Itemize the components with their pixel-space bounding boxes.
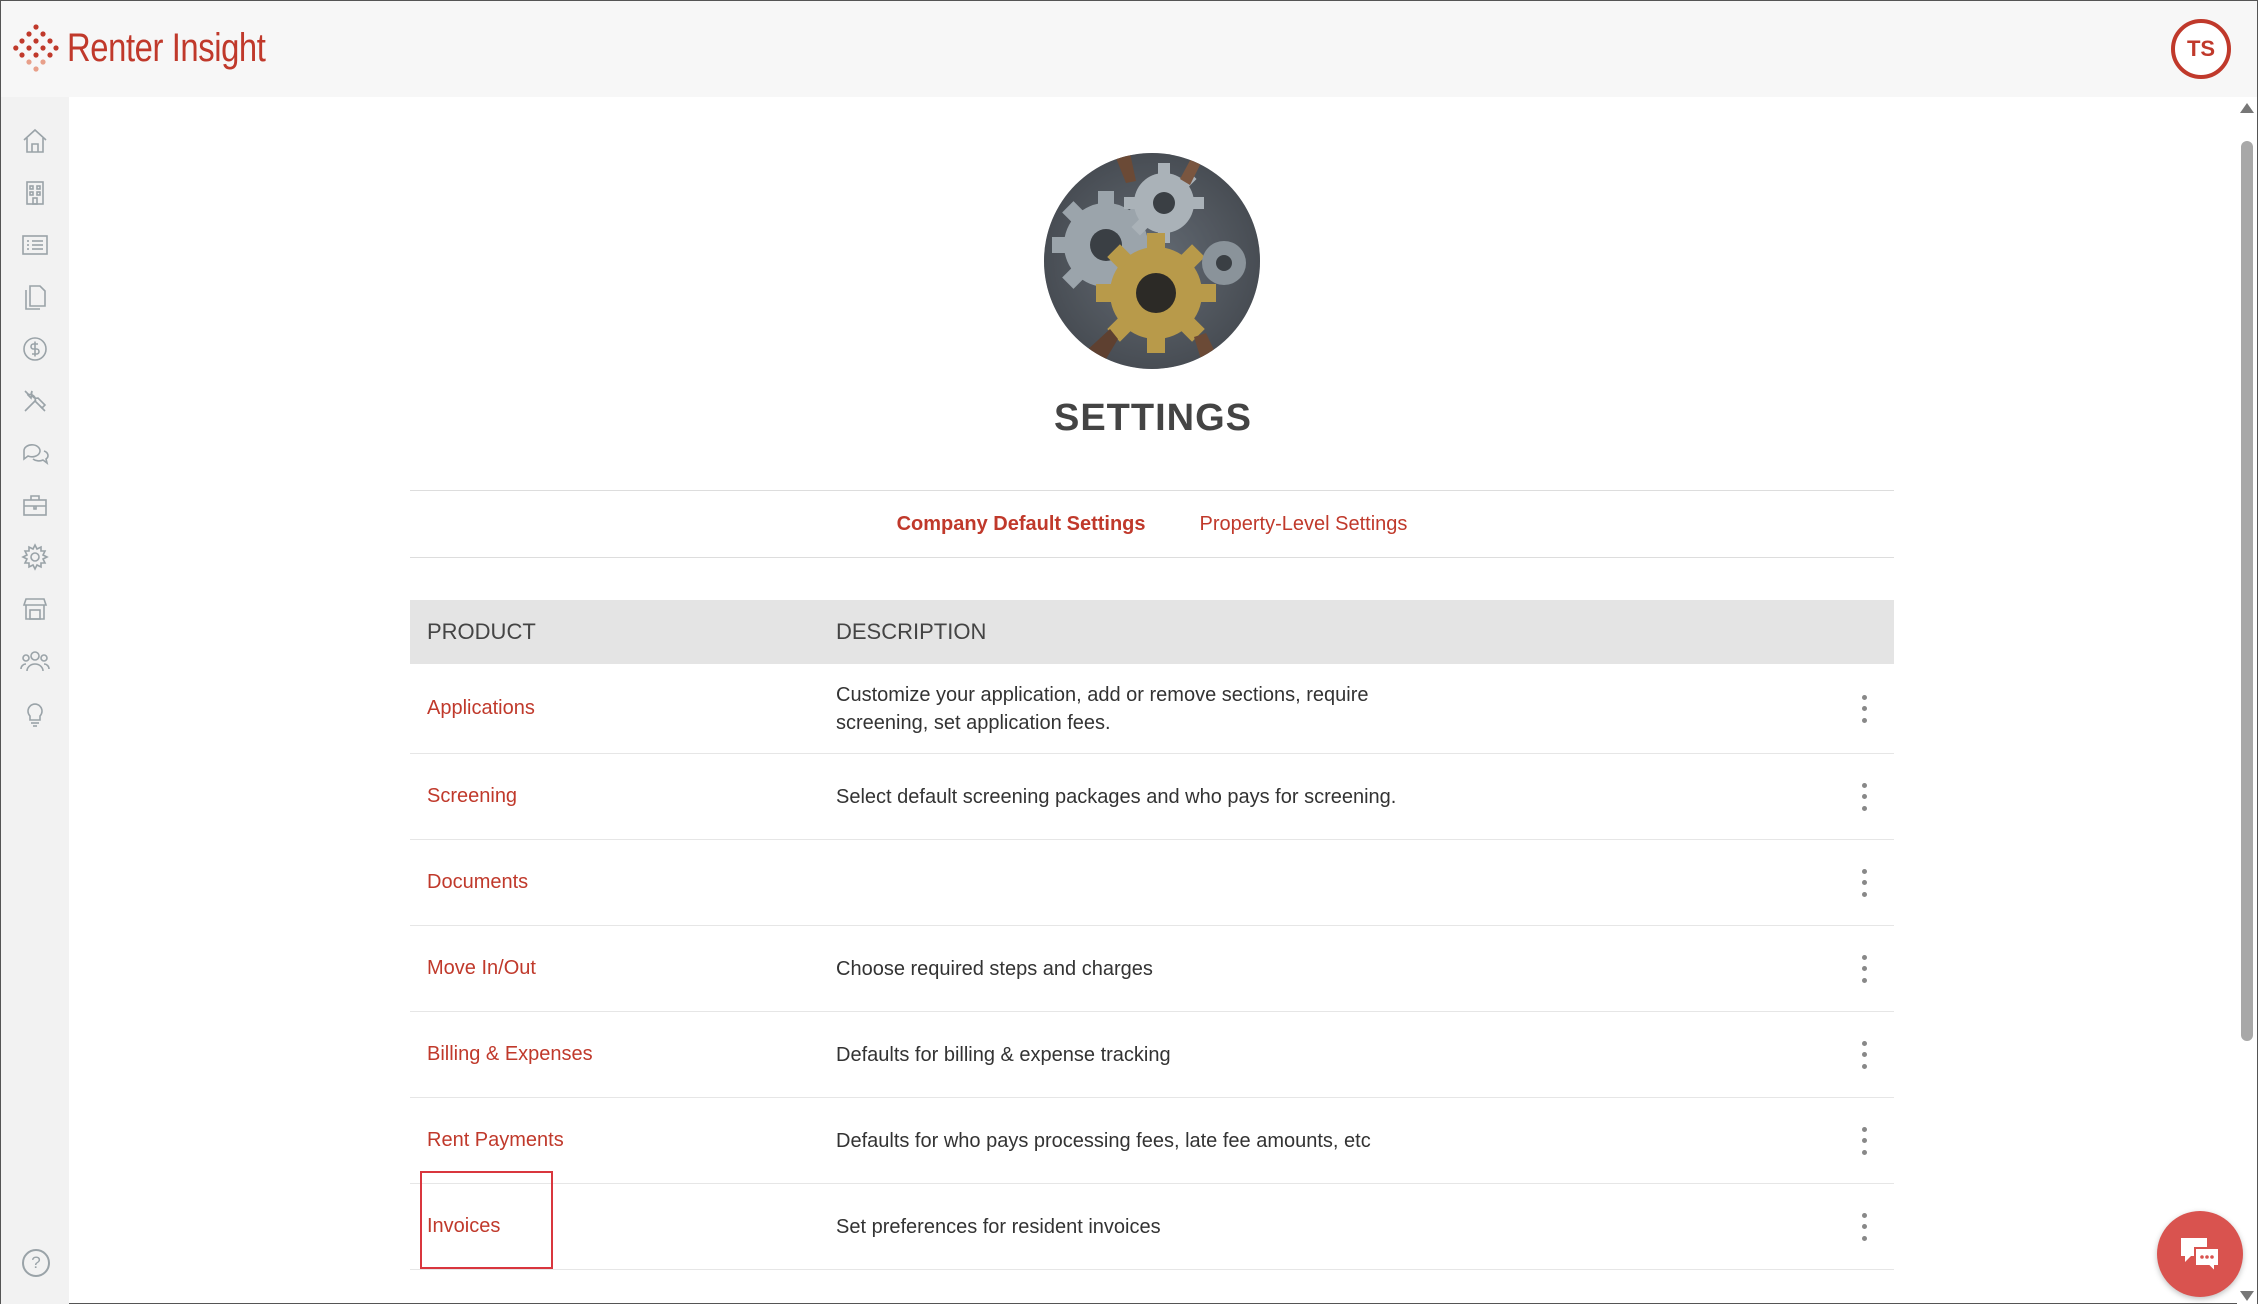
table-row: Applications Customize your application,… — [410, 664, 1894, 754]
row-menu-icon[interactable] — [1858, 694, 1870, 723]
product-link-billing-expenses[interactable]: Billing & Expenses — [410, 1043, 836, 1066]
chat-launcher-button[interactable] — [2157, 1211, 2243, 1297]
column-header-product: PRODUCT — [427, 619, 536, 644]
documents-icon[interactable] — [19, 281, 51, 313]
row-description: Choose required steps and charges — [836, 957, 1153, 980]
row-menu-icon[interactable] — [1858, 868, 1870, 897]
row-description: Set preferences for resident invoices — [836, 1215, 1161, 1238]
vertical-scrollbar[interactable] — [2237, 97, 2257, 1304]
product-link-applications[interactable]: Applications — [410, 697, 836, 720]
row-menu-icon[interactable] — [1858, 1040, 1870, 1069]
row-menu-icon[interactable] — [1858, 1212, 1870, 1241]
row-description: Select default screening packages and wh… — [836, 785, 1397, 808]
row-menu-icon[interactable] — [1858, 782, 1870, 811]
table-row: Rent Payments Defaults for who pays proc… — [410, 1098, 1894, 1184]
row-description: Defaults for billing & expense tracking — [836, 1043, 1171, 1066]
product-link-invoices[interactable]: Invoices — [410, 1215, 836, 1238]
building-icon[interactable] — [19, 177, 51, 209]
table-row: Screening Select default screening packa… — [410, 754, 1894, 840]
table-row: Billing & Expenses Defaults for billing … — [410, 1012, 1894, 1098]
tab-property-level-settings[interactable]: Property-Level Settings — [1200, 513, 1408, 536]
product-link-documents[interactable]: Documents — [410, 871, 836, 894]
settings-table: PRODUCT DESCRIPTION Applications Customi… — [410, 600, 1894, 1270]
scroll-down-icon[interactable] — [2240, 1291, 2254, 1301]
tab-company-default-settings[interactable]: Company Default Settings — [897, 513, 1146, 536]
table-row: Move In/Out Choose required steps and ch… — [410, 926, 1894, 1012]
logo-mark-icon — [13, 24, 59, 72]
lightbulb-icon[interactable] — [19, 697, 51, 729]
row-menu-icon[interactable] — [1858, 954, 1870, 983]
list-icon[interactable] — [19, 229, 51, 261]
brand-logo[interactable]: Renter Insight — [13, 19, 309, 77]
row-description: Defaults for who pays processing fees, l… — [836, 1129, 1371, 1152]
chat-icon[interactable] — [19, 437, 51, 469]
main-content: SETTINGS Company Default Settings Proper… — [69, 97, 2237, 1303]
scroll-up-icon[interactable] — [2240, 103, 2254, 113]
product-link-screening[interactable]: Screening — [410, 785, 836, 808]
top-header: Renter Insight TS — [1, 1, 2257, 97]
storefront-icon[interactable] — [19, 593, 51, 625]
help-icon[interactable]: ? — [22, 1249, 50, 1277]
tools-icon[interactable] — [19, 385, 51, 417]
dollar-icon[interactable] — [19, 333, 51, 365]
row-menu-icon[interactable] — [1858, 1126, 1870, 1155]
scroll-thumb[interactable] — [2241, 141, 2253, 1041]
page-title: SETTINGS — [1053, 397, 1253, 439]
app-window: Renter Insight TS ? SETTINGS Company Def… — [0, 0, 2258, 1304]
chat-bubble-icon — [2181, 1238, 2220, 1274]
table-row: Invoices Set preferences for resident in… — [410, 1184, 1894, 1270]
user-avatar[interactable]: TS — [2171, 19, 2231, 79]
settings-tabs: Company Default Settings Property-Level … — [410, 490, 1894, 558]
brand-name: Renter Insight — [67, 25, 266, 70]
row-description: Customize your application, add or remov… — [836, 683, 1369, 734]
briefcase-icon[interactable] — [19, 489, 51, 521]
table-header: PRODUCT DESCRIPTION — [410, 600, 1894, 664]
gear-icon[interactable] — [19, 541, 51, 573]
product-link-move-in-out[interactable]: Move In/Out — [410, 957, 836, 980]
product-link-rent-payments[interactable]: Rent Payments — [410, 1129, 836, 1152]
settings-hero-image — [1044, 153, 1260, 369]
table-row: Documents — [410, 840, 1894, 926]
people-icon[interactable] — [19, 645, 51, 677]
home-icon[interactable] — [19, 125, 51, 157]
column-header-description: DESCRIPTION — [836, 619, 987, 644]
sidebar: ? — [1, 97, 69, 1304]
